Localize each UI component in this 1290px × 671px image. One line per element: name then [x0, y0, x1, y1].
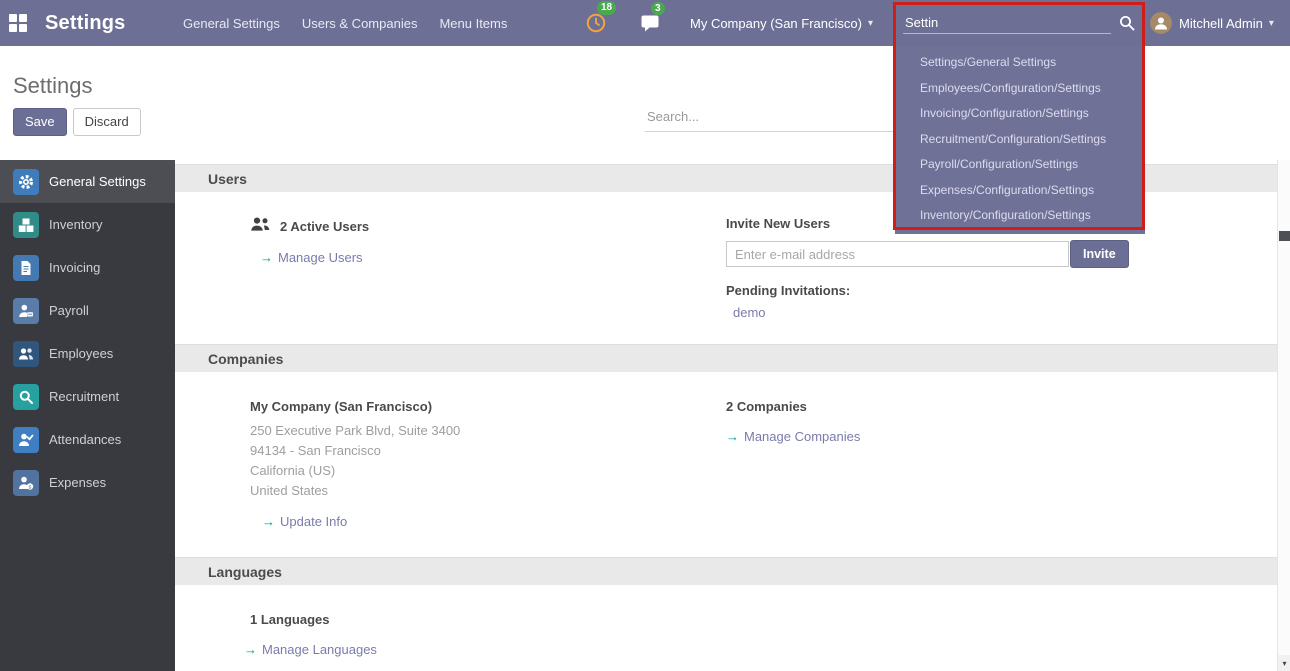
arrow-right-icon: →: [244, 642, 257, 657]
search-result-item[interactable]: Expenses/Configuration/Settings: [895, 178, 1145, 204]
company-name: My Company (San Francisco): [250, 399, 726, 414]
app-title: Settings: [45, 0, 126, 46]
caret-down-icon: ▾: [868, 18, 873, 29]
navbar: Settings General Settings Users & Compan…: [0, 0, 1290, 46]
companies-section-header: Companies: [175, 344, 1277, 372]
chat-icon: 3: [640, 14, 660, 33]
users-group-icon: [250, 216, 271, 237]
sidebar-item-label: Recruitment: [49, 389, 119, 404]
activity-badge: 18: [597, 1, 616, 15]
sidebar-item-label: Employees: [49, 346, 113, 361]
sidebar-item-employees[interactable]: Employees: [0, 332, 175, 375]
sidebar-item-invoicing[interactable]: Invoicing: [0, 246, 175, 289]
menu-item-general-settings[interactable]: General Settings: [183, 16, 280, 31]
address-line: 250 Executive Park Blvd, Suite 3400: [250, 421, 726, 441]
company-switcher[interactable]: My Company (San Francisco) ▾: [690, 0, 873, 46]
navbar-search: [895, 0, 1145, 46]
manage-companies-link[interactable]: →Manage Companies: [726, 429, 860, 444]
sidebar-item-inventory[interactable]: Inventory: [0, 203, 175, 246]
page-title: Settings: [13, 73, 93, 99]
sidebar-item-label: Invoicing: [49, 260, 100, 275]
user-menu[interactable]: Mitchell Admin ▾: [1150, 0, 1274, 46]
menu-item-users-companies[interactable]: Users & Companies: [302, 16, 418, 31]
address-line: United States: [250, 481, 726, 501]
sidebar-item-label: Expenses: [49, 475, 106, 490]
settings-sidebar: General Settings Inventory: [0, 160, 175, 671]
activity-button[interactable]: 18: [586, 0, 606, 46]
search-icon[interactable]: [1119, 15, 1135, 31]
caret-down-icon: ▾: [1282, 659, 1286, 668]
payroll-icon: [13, 298, 39, 324]
search-result-item[interactable]: Invoicing/Configuration/Settings: [895, 101, 1145, 127]
expenses-icon: $: [13, 470, 39, 496]
scrollbar[interactable]: ▾: [1277, 160, 1290, 671]
attendance-icon: [13, 427, 39, 453]
caret-down-icon: ▾: [1269, 18, 1274, 29]
control-panel-buttons: Save Discard: [13, 108, 141, 136]
search-result-item[interactable]: Payroll/Configuration/Settings: [895, 152, 1145, 178]
sidebar-item-label: Attendances: [49, 432, 121, 447]
recruitment-icon: [13, 384, 39, 410]
sidebar-item-label: Inventory: [49, 217, 102, 232]
pending-invitation-demo-link[interactable]: demo: [733, 305, 766, 320]
arrow-right-icon: →: [262, 514, 275, 529]
arrow-right-icon: →: [260, 250, 273, 265]
address-line: California (US): [250, 461, 726, 481]
apps-menu-button[interactable]: [9, 0, 27, 46]
svg-text:$: $: [29, 484, 32, 490]
arrow-right-icon: →: [726, 429, 739, 444]
company-name: My Company (San Francisco): [690, 16, 862, 31]
search-result-item[interactable]: Employees/Configuration/Settings: [895, 76, 1145, 102]
gear-icon: [13, 169, 39, 195]
search-result-item[interactable]: Settings/General Settings: [895, 50, 1145, 76]
languages-count: 1 Languages: [250, 612, 726, 627]
clock-icon: 18: [586, 13, 606, 33]
main-area: General Settings Inventory: [0, 160, 1290, 671]
companies-section: My Company (San Francisco) 250 Executive…: [175, 372, 1277, 557]
message-badge: 3: [651, 2, 665, 16]
sidebar-item-label: Payroll: [49, 303, 89, 318]
sidebar-item-expenses[interactable]: $ Expenses: [0, 461, 175, 504]
navbar-menu: General Settings Users & Companies Menu …: [183, 0, 507, 46]
avatar: [1150, 12, 1172, 34]
employees-icon: [13, 341, 39, 367]
boxes-icon: [13, 212, 39, 238]
scroll-down-button[interactable]: ▾: [1278, 655, 1290, 671]
update-info-link[interactable]: →Update Info: [262, 514, 347, 529]
menu-item-menu-items[interactable]: Menu Items: [439, 16, 507, 31]
languages-section: 1 Languages →Manage Languages: [175, 585, 1277, 671]
sidebar-item-payroll[interactable]: Payroll: [0, 289, 175, 332]
scrollbar-thumb[interactable]: [1279, 231, 1290, 241]
address-line: 94134 - San Francisco: [250, 441, 726, 461]
invite-button[interactable]: Invite: [1070, 240, 1129, 268]
companies-count: 2 Companies: [726, 399, 1237, 414]
apps-grid-icon: [9, 14, 27, 32]
navbar-search-input[interactable]: [903, 12, 1111, 34]
manage-languages-link[interactable]: →Manage Languages: [244, 642, 377, 657]
invite-email-input[interactable]: [726, 241, 1069, 267]
discard-button[interactable]: Discard: [73, 108, 141, 136]
search-result-item[interactable]: Recruitment/Configuration/Settings: [895, 127, 1145, 153]
active-users-count: 2 Active Users: [280, 219, 369, 234]
languages-section-header: Languages: [175, 557, 1277, 585]
sidebar-item-recruitment[interactable]: Recruitment: [0, 375, 175, 418]
manage-users-link[interactable]: →Manage Users: [260, 250, 363, 265]
messages-button[interactable]: 3: [640, 0, 660, 46]
sidebar-item-general-settings[interactable]: General Settings: [0, 160, 175, 203]
search-results-dropdown: Settings/General Settings Employees/Conf…: [895, 46, 1145, 234]
sidebar-item-attendances[interactable]: Attendances: [0, 418, 175, 461]
settings-content: Users 2 Active Users →Manage Users: [175, 160, 1277, 671]
save-button[interactable]: Save: [13, 108, 67, 136]
search-result-item[interactable]: Inventory/Configuration/Settings: [895, 203, 1145, 229]
invoice-icon: [13, 255, 39, 281]
user-name: Mitchell Admin: [1179, 16, 1263, 31]
pending-invitations-label: Pending Invitations:: [726, 283, 1237, 298]
company-address: 250 Executive Park Blvd, Suite 3400 9413…: [250, 421, 726, 501]
sidebar-item-label: General Settings: [49, 174, 146, 189]
